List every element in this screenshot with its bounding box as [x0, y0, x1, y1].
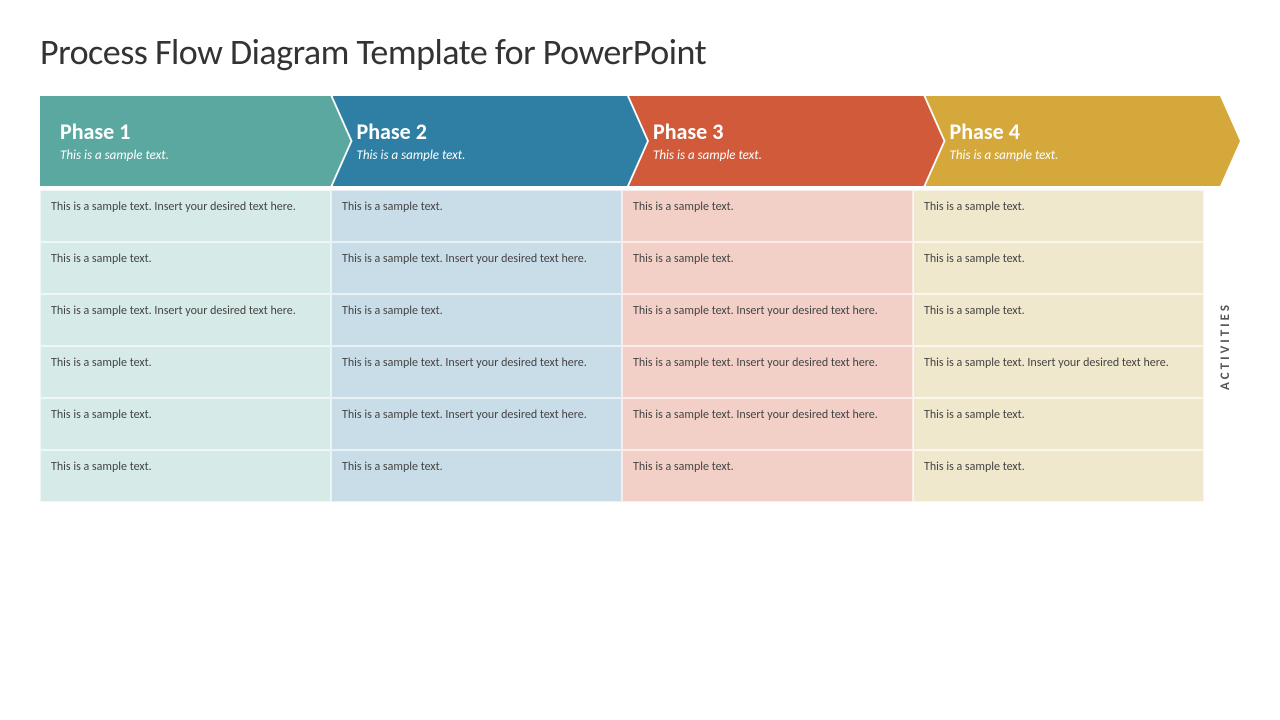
- activities-label: ACTIVITIES: [1218, 302, 1233, 390]
- side-label-wrapper: ACTIVITIES: [1210, 190, 1240, 502]
- phase-4-subtext: This is a sample text.: [950, 148, 1211, 163]
- cell-r4-c3[interactable]: This is a sample text. Insert your desir…: [622, 346, 913, 398]
- cell-r6-c2[interactable]: This is a sample text.: [331, 450, 622, 502]
- cell-r3-c4[interactable]: This is a sample text.: [913, 294, 1204, 346]
- grid-row-2: This is a sample text.This is a sample t…: [40, 242, 1204, 294]
- cell-r2-c2[interactable]: This is a sample text. Insert your desir…: [331, 242, 622, 294]
- cell-r4-c4[interactable]: This is a sample text. Insert your desir…: [913, 346, 1204, 398]
- cell-r5-c3[interactable]: This is a sample text. Insert your desir…: [622, 398, 913, 450]
- phase-3-name: Phase 3: [653, 119, 914, 145]
- phase-3-subtext: This is a sample text.: [653, 148, 914, 163]
- phase-arrow-2: Phase 2 This is a sample text.: [333, 96, 648, 186]
- cell-r2-c1[interactable]: This is a sample text.: [40, 242, 331, 294]
- phase-2-name: Phase 2: [357, 119, 618, 145]
- cell-r1-c2[interactable]: This is a sample text.: [331, 190, 622, 242]
- cell-r4-c2[interactable]: This is a sample text. Insert your desir…: [331, 346, 622, 398]
- cell-r1-c3[interactable]: This is a sample text.: [622, 190, 913, 242]
- cell-r6-c3[interactable]: This is a sample text.: [622, 450, 913, 502]
- cell-r2-c3[interactable]: This is a sample text.: [622, 242, 913, 294]
- phases-row: Phase 1 This is a sample text. Phase 2 This…: [40, 96, 1240, 186]
- phase-1-name: Phase 1: [60, 119, 321, 145]
- phase-arrow-4: Phase 4 This is a sample text.: [926, 96, 1241, 186]
- page-title: Process Flow Diagram Template for PowerP…: [40, 30, 1240, 74]
- grid-row-1: This is a sample text. Insert your desir…: [40, 190, 1204, 242]
- diagram-container: Phase 1 This is a sample text. Phase 2 This…: [40, 96, 1240, 502]
- cell-r1-c4[interactable]: This is a sample text.: [913, 190, 1204, 242]
- grid-row-3: This is a sample text. Insert your desir…: [40, 294, 1204, 346]
- phase-arrow-1: Phase 1 This is a sample text.: [40, 96, 351, 186]
- phase-4-name: Phase 4: [950, 119, 1211, 145]
- phase-1-subtext: This is a sample text.: [60, 148, 321, 163]
- phase-2-subtext: This is a sample text.: [357, 148, 618, 163]
- cell-r5-c4[interactable]: This is a sample text.: [913, 398, 1204, 450]
- phase-arrow-3: Phase 3 This is a sample text.: [629, 96, 944, 186]
- cell-r6-c1[interactable]: This is a sample text.: [40, 450, 331, 502]
- cell-r5-c1[interactable]: This is a sample text.: [40, 398, 331, 450]
- cell-r1-c1[interactable]: This is a sample text. Insert your desir…: [40, 190, 331, 242]
- grid-row-4: This is a sample text.This is a sample t…: [40, 346, 1204, 398]
- activities-wrapper: This is a sample text. Insert your desir…: [40, 190, 1240, 502]
- grid-row-5: This is a sample text.This is a sample t…: [40, 398, 1204, 450]
- cell-r5-c2[interactable]: This is a sample text. Insert your desir…: [331, 398, 622, 450]
- grid-area: This is a sample text. Insert your desir…: [40, 190, 1204, 502]
- cell-r4-c1[interactable]: This is a sample text.: [40, 346, 331, 398]
- cell-r3-c3[interactable]: This is a sample text. Insert your desir…: [622, 294, 913, 346]
- cell-r3-c1[interactable]: This is a sample text. Insert your desir…: [40, 294, 331, 346]
- cell-r6-c4[interactable]: This is a sample text.: [913, 450, 1204, 502]
- cell-r2-c4[interactable]: This is a sample text.: [913, 242, 1204, 294]
- cell-r3-c2[interactable]: This is a sample text.: [331, 294, 622, 346]
- grid-row-6: This is a sample text.This is a sample t…: [40, 450, 1204, 502]
